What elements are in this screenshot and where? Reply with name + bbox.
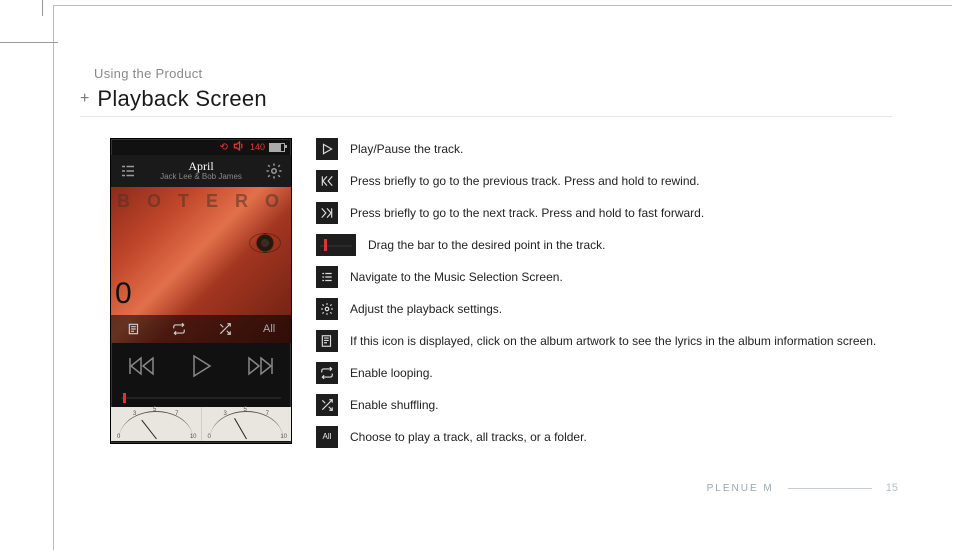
- status-volume-value: 140: [250, 142, 265, 152]
- vu-left-tick-1: 3: [133, 411, 136, 417]
- device-screenshot: ⟲ 140 April Jack Lee & Bob James: [110, 138, 292, 444]
- legend-text-playmode: Choose to play a track, all tracks, or a…: [350, 430, 587, 444]
- legend-row-play: Play/Pause the track.: [316, 138, 914, 160]
- vu-meters: 0 3 5 7 10 0 3 5 7 10: [111, 407, 291, 441]
- legend-row-prev: Press briefly to go to the previous trac…: [316, 170, 914, 192]
- vu-right-tick-0: 0: [208, 434, 211, 440]
- crop-tick-top: [42, 0, 43, 16]
- loop-icon: [316, 362, 338, 384]
- shuffle-button[interactable]: [216, 322, 234, 336]
- vu-left-tick-4: 10: [190, 434, 197, 440]
- play-button[interactable]: [188, 353, 214, 379]
- playmode-button[interactable]: All: [261, 322, 277, 336]
- legend-row-shuffle: Enable shuffling.: [316, 394, 914, 416]
- album-artwork[interactable]: B O T E R O 0 All: [111, 187, 291, 343]
- legend-row-playmode: All Choose to play a track, all tracks, …: [316, 426, 914, 448]
- seek-track: [121, 397, 281, 399]
- page-title: Playback Screen: [97, 86, 267, 112]
- lyrics-indicator-icon[interactable]: [125, 322, 143, 336]
- shuffle-icon: [316, 394, 338, 416]
- page-title-wrap: + Playback Screen: [80, 86, 267, 112]
- legend-text-play: Play/Pause the track.: [350, 142, 463, 156]
- prev-button[interactable]: [127, 355, 157, 377]
- legend-row-next: Press briefly to go to the next track. P…: [316, 202, 914, 224]
- vu-left-tick-3: 7: [175, 411, 178, 417]
- legend-row-lyrics: If this icon is displayed, click on the …: [316, 330, 914, 352]
- artwork-overlay: All: [111, 315, 291, 343]
- track-meta: April Jack Lee & Bob James: [141, 160, 261, 182]
- section-label: Using the Product: [94, 66, 202, 81]
- player-topbar: April Jack Lee & Bob James: [111, 155, 291, 187]
- page-number: 15: [886, 482, 898, 494]
- legend-text-shuffle: Enable shuffling.: [350, 398, 439, 412]
- track-artist: Jack Lee & Bob James: [141, 173, 261, 182]
- lyrics-icon: [316, 330, 338, 352]
- vu-right-tick-1: 3: [224, 411, 227, 417]
- manual-page: Using the Product + Playback Screen ⟲ 14…: [0, 0, 954, 552]
- library-icon: [316, 266, 338, 288]
- legend-row-library: Navigate to the Music Selection Screen.: [316, 266, 914, 288]
- vu-left: 0 3 5 7 10: [111, 407, 202, 441]
- playmode-icon: All: [316, 426, 338, 448]
- title-plus: +: [80, 90, 89, 108]
- status-bar: ⟲ 140: [111, 139, 291, 155]
- artwork-eye: [249, 233, 281, 253]
- page-frame-top: [53, 5, 952, 6]
- play-icon: [316, 138, 338, 160]
- status-loop-icon: ⟲: [220, 142, 228, 153]
- icon-legend: Play/Pause the track. Press briefly to g…: [316, 138, 914, 448]
- legend-text-prev: Press briefly to go to the previous trac…: [350, 174, 700, 188]
- title-divider: [80, 116, 892, 117]
- artwork-text: B O T E R O: [111, 191, 291, 212]
- gear-icon: [316, 298, 338, 320]
- footer-rule: [788, 488, 872, 489]
- next-icon: [316, 202, 338, 224]
- settings-button[interactable]: [261, 158, 287, 184]
- next-button[interactable]: [245, 355, 275, 377]
- legend-text-seek: Drag the bar to the desired point in the…: [368, 238, 605, 252]
- legend-text-loop: Enable looping.: [350, 366, 433, 380]
- status-battery-icon: [269, 143, 285, 152]
- page-frame-left: [53, 5, 54, 550]
- crop-tick-left: [0, 42, 58, 43]
- product-name: PLENUE M: [707, 483, 774, 494]
- vu-right-tick-4: 10: [280, 434, 287, 440]
- legend-text-settings: Adjust the playback settings.: [350, 302, 502, 316]
- legend-text-lyrics: If this icon is displayed, click on the …: [350, 334, 876, 348]
- legend-text-next: Press briefly to go to the next track. P…: [350, 206, 704, 220]
- legend-row-seek: Drag the bar to the desired point in the…: [316, 234, 914, 256]
- vu-left-tick-0: 0: [117, 434, 120, 440]
- prev-icon: [316, 170, 338, 192]
- legend-row-loop: Enable looping.: [316, 362, 914, 384]
- transport-controls: [111, 343, 291, 389]
- legend-text-library: Navigate to the Music Selection Screen.: [350, 270, 563, 284]
- legend-row-settings: Adjust the playback settings.: [316, 298, 914, 320]
- seek-knob[interactable]: [123, 393, 126, 403]
- status-volume-icon: [232, 139, 246, 155]
- loop-button[interactable]: [170, 322, 188, 336]
- seek-bar[interactable]: [111, 389, 291, 407]
- artwork-zero: 0: [115, 277, 132, 311]
- seek-icon: [316, 234, 356, 256]
- vu-right: 0 3 5 7 10: [202, 407, 292, 441]
- vu-right-tick-3: 7: [266, 411, 269, 417]
- page-footer: PLENUE M 15: [707, 482, 898, 494]
- vu-right-tick-2: 5: [244, 407, 247, 413]
- library-button[interactable]: [115, 158, 141, 184]
- vu-left-tick-2: 5: [153, 407, 156, 413]
